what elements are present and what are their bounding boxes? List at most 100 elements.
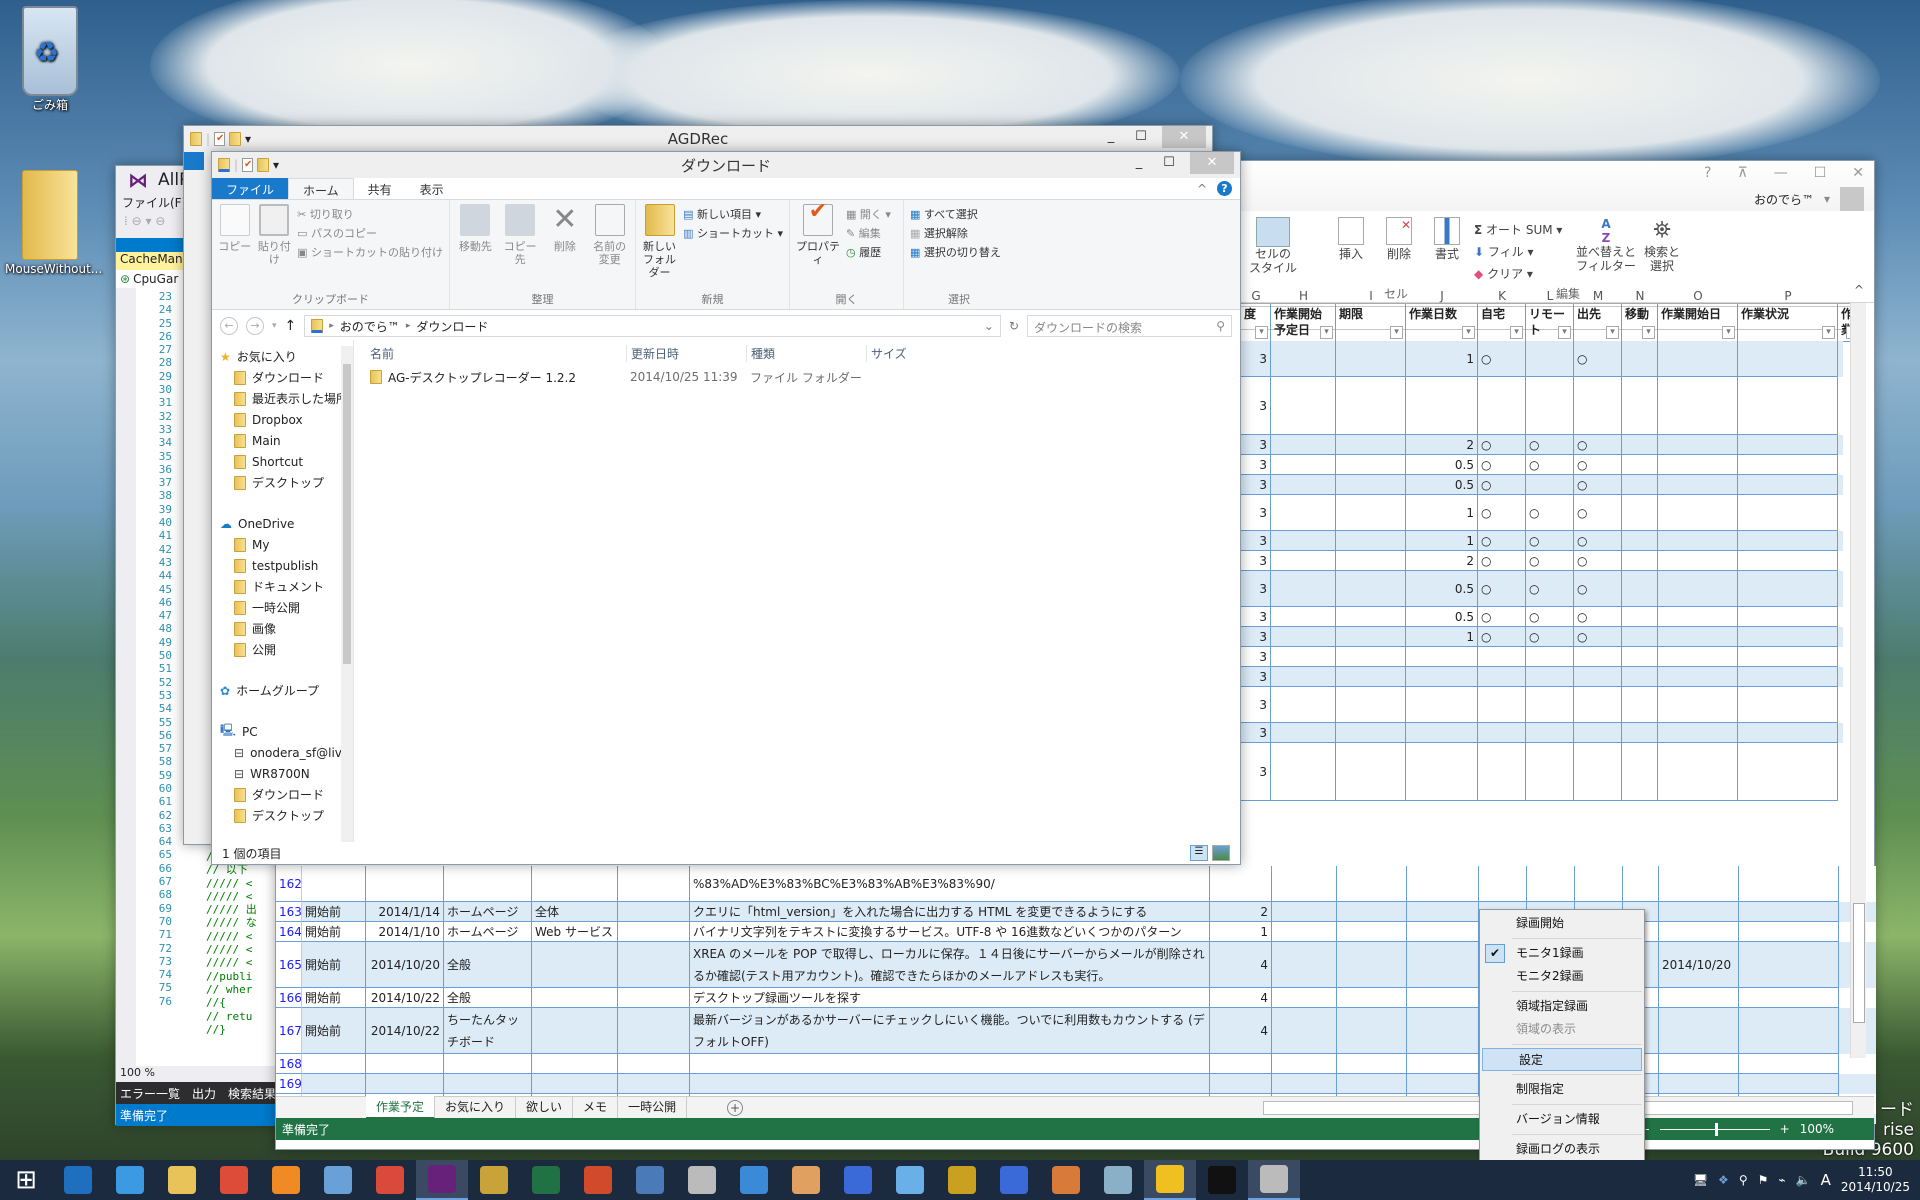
delete-cells-button[interactable]: ✕ 削除 [1382, 217, 1416, 262]
cell[interactable]: ○ [1526, 607, 1574, 627]
column-letter[interactable]: K [1478, 289, 1526, 303]
cell[interactable]: ○ [1574, 341, 1622, 377]
row-number[interactable]: 169 [276, 1074, 302, 1094]
cell[interactable]: 0.5 [1406, 607, 1478, 627]
cell[interactable] [1271, 455, 1336, 475]
tab-view[interactable]: 表示 [406, 178, 458, 199]
clock[interactable]: 11:50 2014/10/25 [1841, 1165, 1910, 1195]
cell[interactable] [1337, 942, 1407, 988]
cell[interactable] [1622, 571, 1658, 607]
cell[interactable] [1407, 1054, 1479, 1074]
cell[interactable] [1622, 667, 1658, 687]
cell[interactable] [1478, 723, 1526, 743]
cell[interactable]: 全般 [444, 942, 532, 988]
cell[interactable] [1272, 1054, 1337, 1074]
nav-item[interactable]: ダウンロード [212, 367, 353, 388]
cell[interactable] [1478, 687, 1526, 723]
cell[interactable]: ○ [1478, 531, 1526, 551]
cell[interactable] [1622, 435, 1658, 455]
cell[interactable] [1622, 627, 1658, 647]
fill-button[interactable]: ⬇ フィル ▾ [1474, 241, 1562, 263]
menu-item[interactable]: 設定 [1482, 1048, 1642, 1071]
taskbar-internet-explorer[interactable] [104, 1160, 156, 1200]
cell[interactable] [1526, 377, 1574, 435]
column-letter[interactable]: G [1241, 289, 1271, 303]
minimize-button[interactable]: _ [1096, 126, 1126, 148]
cell[interactable]: 3 [1241, 743, 1271, 801]
cell[interactable]: ○ [1574, 627, 1622, 647]
cell[interactable] [1574, 743, 1622, 801]
paste-shortcut-button[interactable]: ▣ ショートカットの貼り付け [297, 244, 443, 260]
cell[interactable] [1739, 942, 1839, 988]
cell[interactable] [618, 1008, 690, 1054]
filter-dropdown-icon[interactable]: ▾ [1390, 326, 1403, 339]
cell[interactable]: ○ [1526, 435, 1574, 455]
cell[interactable] [1622, 495, 1658, 531]
filter-dropdown-icon[interactable]: ▾ [1510, 326, 1523, 339]
cell[interactable] [1738, 667, 1838, 687]
large-icons-view-button[interactable] [1212, 845, 1230, 861]
cell[interactable] [1336, 647, 1406, 667]
cell[interactable] [302, 866, 366, 902]
paste-button[interactable]: 貼り付け [258, 204, 292, 291]
column-type[interactable]: 種類 [746, 344, 866, 362]
cell[interactable] [1406, 723, 1478, 743]
cell[interactable] [1574, 687, 1622, 723]
cell[interactable] [1622, 647, 1658, 667]
cell[interactable] [690, 1054, 1210, 1074]
cell[interactable]: ○ [1574, 607, 1622, 627]
delete-button[interactable]: ✕ 削除 [546, 204, 585, 291]
cell[interactable]: デスクトップ録画ツールを探す [690, 988, 1210, 1008]
row-number[interactable]: 163 [276, 902, 302, 922]
nav-item[interactable]: Shortcut [212, 451, 353, 472]
taskbar-pen-tool[interactable] [832, 1160, 884, 1200]
cell[interactable] [1659, 1054, 1739, 1074]
taskbar-sakura[interactable] [1144, 1160, 1196, 1200]
nav-item[interactable]: デスクトップ [212, 472, 353, 493]
desktop-icon-mousewithout[interactable]: MouseWithout... [5, 170, 102, 276]
cell[interactable] [1336, 475, 1406, 495]
row-number[interactable]: 167 [276, 1008, 302, 1054]
cell[interactable] [1407, 922, 1479, 942]
cell[interactable] [1407, 866, 1479, 902]
sheet-tab[interactable]: 作業予定 [366, 1096, 436, 1119]
cell[interactable] [1406, 687, 1478, 723]
cell[interactable] [532, 988, 618, 1008]
breadcrumb-item[interactable]: ダウンロード [416, 318, 488, 335]
cell[interactable] [1622, 531, 1658, 551]
cell[interactable]: ○ [1526, 531, 1574, 551]
filter-dropdown-icon[interactable]: ▾ [1822, 326, 1835, 339]
help-icon[interactable]: ? [1704, 165, 1711, 181]
cell[interactable] [444, 1054, 532, 1074]
filter-dropdown-icon[interactable]: ▾ [1722, 326, 1735, 339]
cell[interactable]: ○ [1574, 531, 1622, 551]
cell[interactable] [618, 1054, 690, 1074]
row-number[interactable]: 166 [276, 988, 302, 1008]
cell[interactable] [1271, 607, 1336, 627]
cell[interactable] [618, 1074, 690, 1094]
taskbar-paint[interactable] [624, 1160, 676, 1200]
cell[interactable] [1337, 902, 1407, 922]
column-size[interactable]: サイズ [866, 344, 946, 362]
cell[interactable] [1658, 743, 1738, 801]
new-folder-icon[interactable] [229, 132, 242, 146]
cell[interactable]: ○ [1478, 455, 1526, 475]
cell[interactable]: 3 [1241, 377, 1271, 435]
column-header-cell[interactable]: 作業状況 ▾ [1738, 304, 1838, 342]
taskbar-excel[interactable] [520, 1160, 572, 1200]
cell[interactable] [1210, 866, 1272, 902]
taskbar-file-explorer[interactable] [156, 1160, 208, 1200]
autosum-button[interactable]: Σ オート SUM ▾ [1474, 219, 1562, 241]
cell[interactable] [1271, 435, 1336, 455]
find-select-button[interactable]: ⛯ 検索と 選択 [1644, 217, 1680, 273]
dropbox-tray-icon[interactable]: ❖ [1718, 1173, 1729, 1187]
collapse-ribbon-icon[interactable]: ^ [1854, 283, 1864, 297]
cell[interactable] [1738, 341, 1838, 377]
cell[interactable] [1658, 667, 1738, 687]
cell[interactable]: 2 [1406, 435, 1478, 455]
sheet-tab[interactable]: メモ [573, 1096, 619, 1119]
cell[interactable] [1406, 667, 1478, 687]
cell[interactable]: Web サービス [532, 922, 618, 942]
cell[interactable] [1575, 866, 1623, 902]
column-letter[interactable]: O [1658, 289, 1738, 303]
